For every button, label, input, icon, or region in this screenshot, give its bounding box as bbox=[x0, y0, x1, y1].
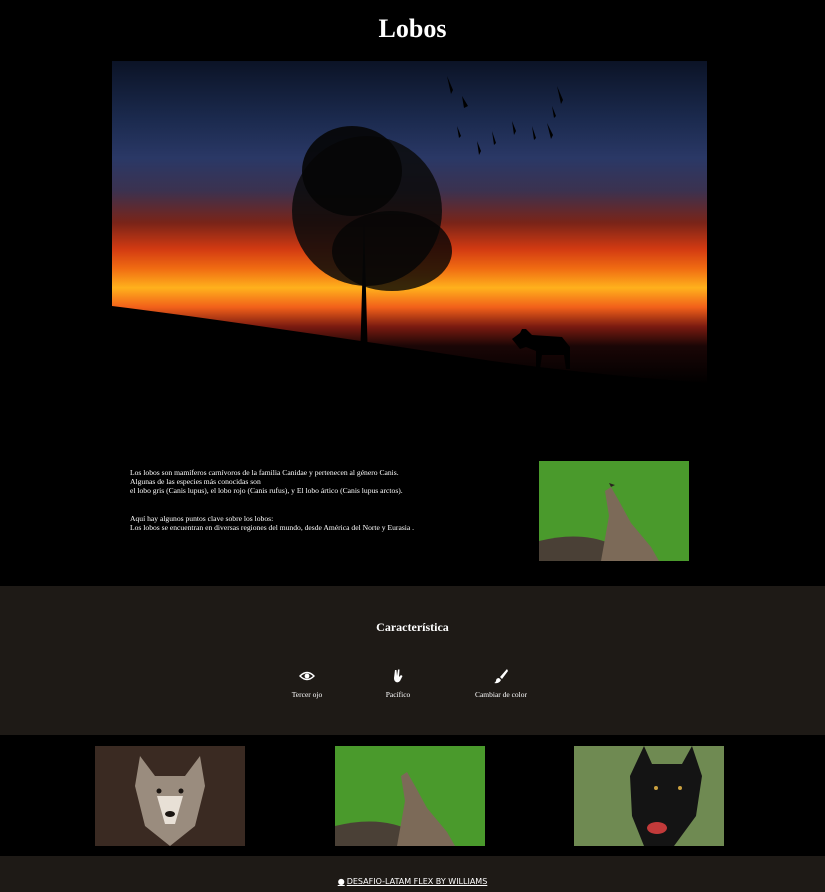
intro-paragraph-2: Aquí hay algunos puntos clave sobre los … bbox=[130, 514, 530, 532]
hero-sunset-wolf-image bbox=[112, 61, 707, 385]
intro-line: Algunas de las especies más conocidas so… bbox=[130, 477, 261, 487]
feature-label: Pacífico bbox=[385, 690, 411, 699]
feature-cambiar-de-color: Cambiar de color bbox=[461, 668, 541, 699]
intro-line: Los lobos son mamíferos carnívoros de la… bbox=[130, 468, 399, 477]
eye-icon bbox=[299, 671, 315, 681]
page-header: Lobos bbox=[0, 0, 825, 58]
paintbrush-icon bbox=[494, 669, 508, 684]
page-footer: ● DESAFIO-LATAM FLEX BY WILLIAMS bbox=[0, 856, 825, 892]
howling-wolf-image bbox=[539, 461, 689, 561]
feature-label: Cambiar de color bbox=[474, 690, 528, 699]
github-icon: ● bbox=[337, 877, 345, 886]
wolf-gallery bbox=[0, 736, 825, 856]
intro-paragraph-1: Los lobos son mamíferos carnívoros de la… bbox=[130, 468, 530, 496]
gallery-image-gray-wolf bbox=[95, 746, 245, 846]
features-title: Característica bbox=[376, 620, 449, 634]
intro-line: Los lobos se encuentran en diversas regi… bbox=[130, 522, 415, 532]
intro-line: el lobo gris (Canis lupus), el lobo rojo… bbox=[130, 486, 403, 496]
feature-label: Tercer ojo bbox=[291, 690, 323, 699]
feature-tercer-ojo: Tercer ojo bbox=[267, 668, 347, 699]
page-title: Lobos bbox=[378, 14, 447, 43]
gallery-image-black-wolf bbox=[574, 746, 724, 846]
peace-hand-icon bbox=[394, 669, 403, 683]
intro-text: Los lobos son mamíferos carnívoros de la… bbox=[130, 468, 530, 550]
footer-link[interactable]: ● DESAFIO-LATAM FLEX BY WILLIAMS bbox=[338, 877, 488, 886]
footer-link-label: DESAFIO-LATAM FLEX BY WILLIAMS bbox=[346, 877, 488, 886]
gallery-image-howling-wolf bbox=[335, 746, 485, 846]
feature-pacifico: Pacífico bbox=[358, 668, 438, 699]
intro-line: Aquí hay algunos puntos clave sobre los … bbox=[130, 513, 274, 523]
features-section: Característica Tercer ojo Pacífico Cambi… bbox=[0, 586, 825, 735]
